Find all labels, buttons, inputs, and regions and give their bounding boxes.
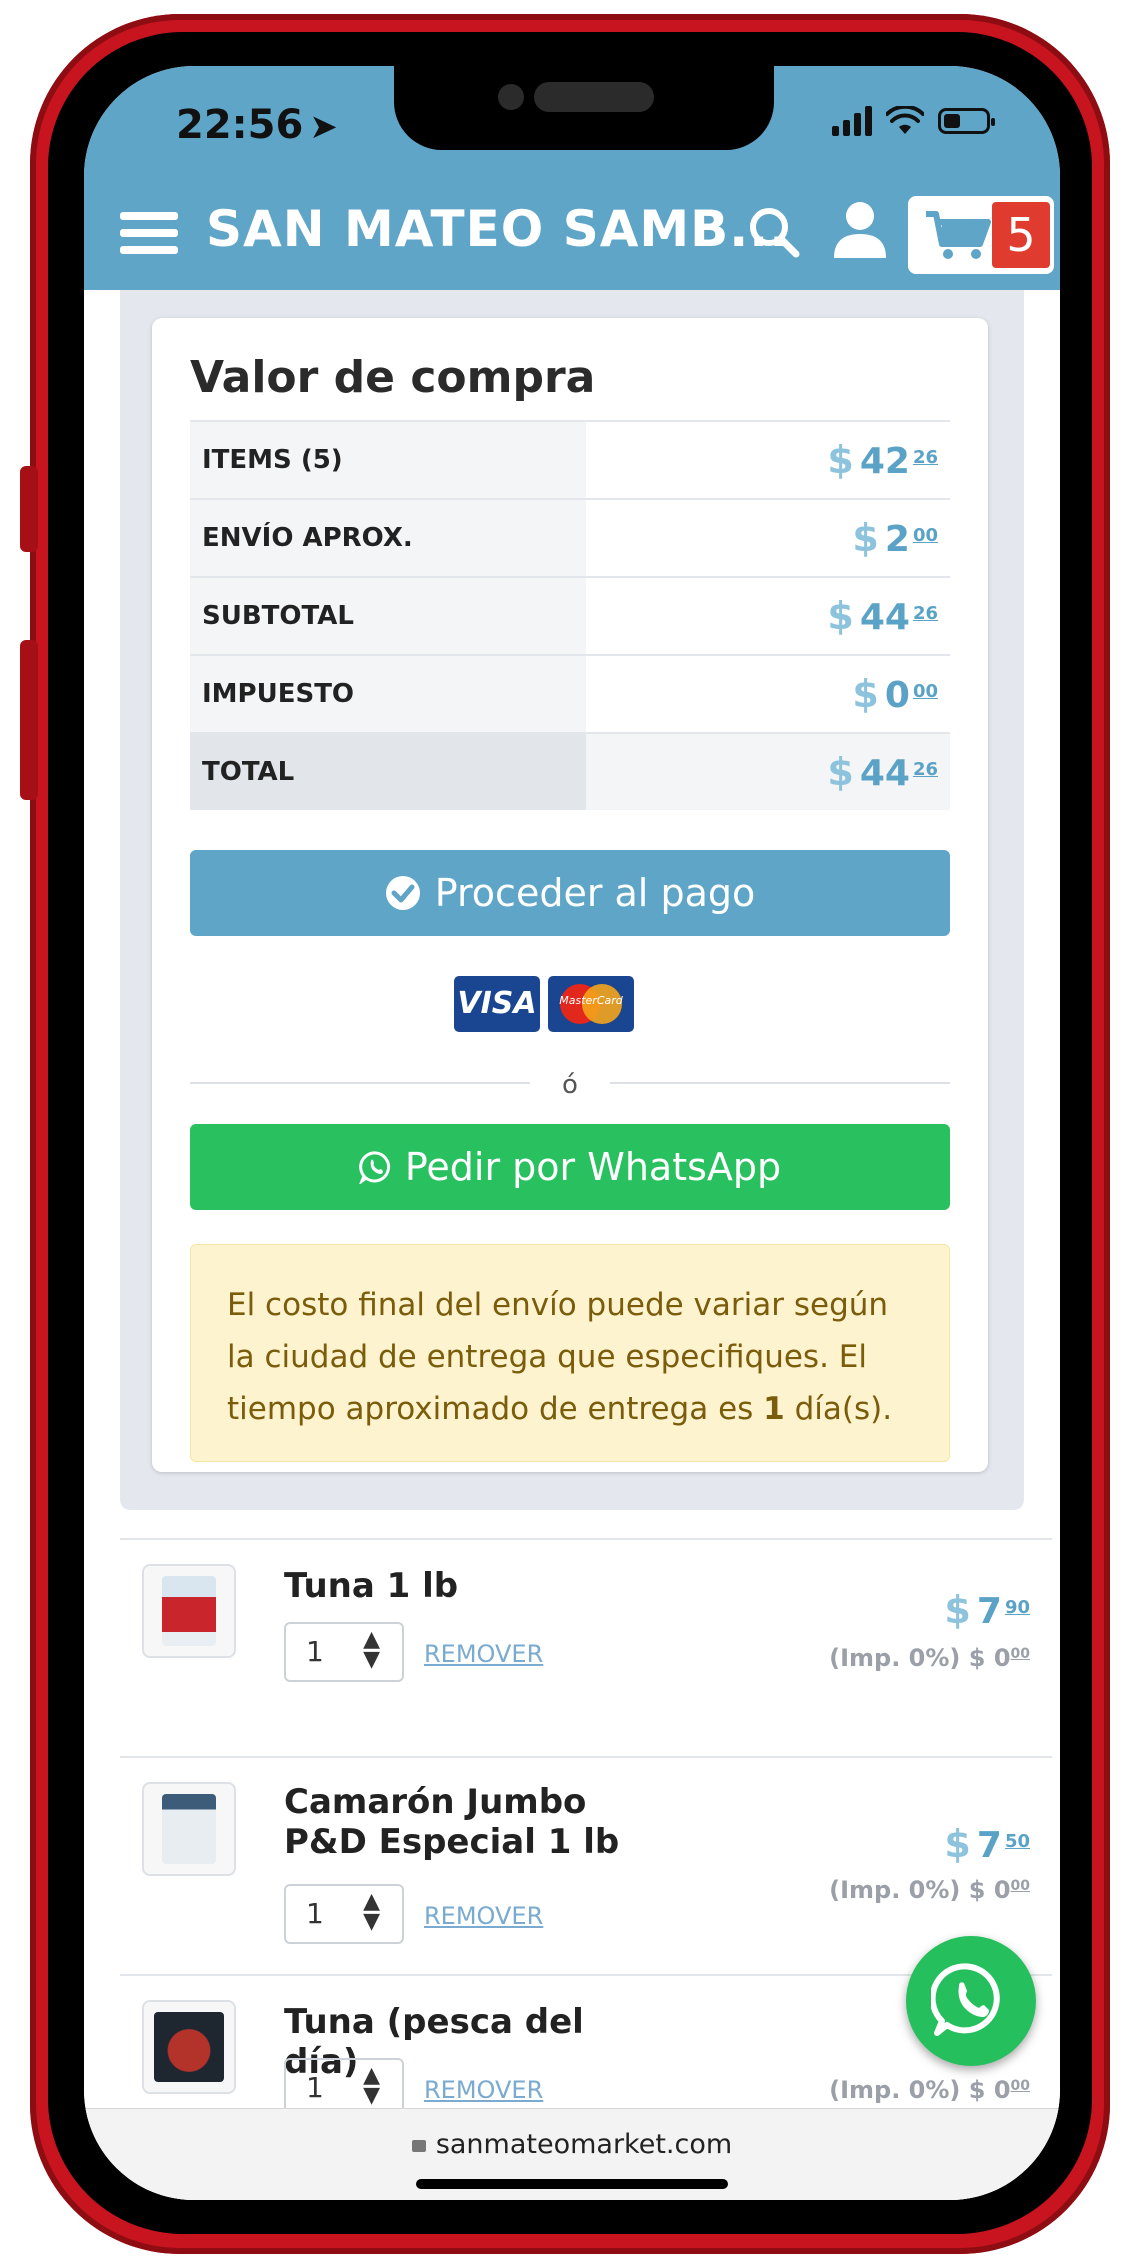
whatsapp-float-button[interactable] (906, 1936, 1036, 2066)
notice-days: 1 (763, 1391, 785, 1427)
summary-row-total: TOTAL $44 26 (190, 732, 950, 810)
summary-value: $42 26 (586, 420, 950, 499)
product-thumbnail[interactable] (142, 1564, 236, 1658)
browser-url-bar[interactable]: sanmateomarket.com (84, 2108, 1060, 2200)
phone-mute-switch (20, 466, 38, 552)
check-circle-icon (385, 876, 420, 910)
item-name[interactable]: Tuna 1 lb (284, 1566, 664, 1606)
stepper-arrows-icon: ▲ ▼ (363, 1627, 380, 1672)
mastercard-logo-text: MasterCard (559, 994, 623, 1007)
cart-count-badge: 5 (992, 202, 1050, 268)
whatsapp-icon (359, 1151, 390, 1184)
lock-icon (411, 2140, 426, 2152)
phone-volume-up (20, 640, 38, 800)
summary-title: Valor de compra (190, 352, 596, 403)
notice-suffix: día(s). (784, 1391, 893, 1427)
battery-icon (938, 108, 995, 134)
url-text: sanmateomarket.com (435, 2129, 733, 2160)
summary-label: TOTAL (190, 732, 586, 810)
summary-label: IMPUESTO (190, 654, 586, 733)
summary-label: ITEMS (5) (190, 420, 586, 499)
quantity-select[interactable]: 1 ▲ ▼ (284, 1622, 404, 1682)
summary-table: ITEMS (5) $42 26 ENVÍO APROX. $2 00 SUBTOT… (190, 420, 950, 810)
status-time: 22:56 (176, 102, 304, 148)
cart-button[interactable]: 5 (908, 196, 1054, 274)
summary-value: $44 26 (586, 576, 950, 655)
url-display: sanmateomarket.com (84, 2129, 1060, 2160)
summary-row-shipping: ENVÍO APROX. $2 00 (190, 498, 950, 577)
whatsapp-order-button[interactable]: Pedir por WhatsApp (190, 1124, 950, 1210)
search-icon[interactable] (744, 202, 804, 262)
stepper-arrows-icon: ▲ ▼ (363, 2063, 380, 2108)
summary-label: SUBTOTAL (190, 576, 586, 655)
menu-icon[interactable] (120, 212, 178, 254)
summary-row-tax: IMPUESTO $0 00 (190, 654, 950, 733)
item-price: $7 50 (944, 1822, 1030, 1866)
page-content: Valor de compra ITEMS (5) $42 26 ENVÍO AP… (84, 290, 1060, 2200)
cellular-signal-icon (832, 106, 872, 136)
speaker (534, 82, 654, 112)
screen: 22:56 ➤ SAN MATEO SAMB... 5 Valor de com… (84, 66, 1060, 2200)
product-thumbnail[interactable] (142, 1782, 236, 1876)
or-text: ó (562, 1070, 578, 1100)
checkout-button[interactable]: Proceder al pago (190, 850, 950, 936)
mastercard-logo: MasterCard (548, 976, 634, 1032)
wifi-icon (886, 106, 924, 134)
checkout-label: Proceder al pago (434, 871, 756, 915)
item-tax: (Imp. 0%) $ 000 (829, 1644, 1030, 1672)
summary-label: ENVÍO APROX. (190, 498, 586, 577)
item-name[interactable]: Camarón Jumbo P&D Especial 1 lb (284, 1782, 664, 1862)
system-icons (832, 106, 995, 136)
remove-link[interactable]: REMOVER (424, 2076, 543, 2104)
shipping-notice: El costo final del envío puede variar se… (190, 1244, 950, 1462)
quantity-value: 1 (306, 2071, 324, 2104)
cart-item: Camarón Jumbo P&D Especial 1 lb 1 ▲ ▼ REM… (120, 1756, 1052, 1974)
status-time-wrap: 22:56 ➤ (176, 102, 338, 148)
user-icon[interactable] (832, 200, 888, 260)
cart-item: Tuna 1 lb 1 ▲ ▼ REMOVER $7 90 (Imp. 0%) $ … (120, 1538, 1052, 1756)
quantity-value: 1 (306, 1897, 324, 1930)
location-arrow-icon: ➤ (309, 107, 338, 147)
home-indicator[interactable] (416, 2179, 728, 2189)
item-tax: (Imp. 0%) $ 000 (829, 2076, 1030, 2104)
quantity-value: 1 (306, 1635, 324, 1668)
quantity-select[interactable]: 1 ▲ ▼ (284, 1884, 404, 1944)
cart-icon (926, 211, 991, 259)
summary-row-items: ITEMS (5) $42 26 (190, 420, 950, 499)
summary-value: $44 26 (586, 732, 950, 810)
camera (498, 84, 524, 110)
purchase-summary-card: Valor de compra ITEMS (5) $42 26 ENVÍO AP… (152, 318, 988, 1472)
summary-value: $0 00 (586, 654, 950, 733)
brand-title[interactable]: SAN MATEO SAMB... (206, 200, 789, 258)
item-price: $7 90 (944, 1588, 1030, 1632)
remove-link[interactable]: REMOVER (424, 1640, 543, 1668)
whatsapp-icon (931, 1963, 1000, 2036)
notch (394, 66, 774, 150)
product-thumbnail[interactable] (142, 2000, 236, 2094)
summary-value: $2 00 (586, 498, 950, 577)
navbar: SAN MATEO SAMB... 5 (84, 172, 1060, 290)
item-tax: (Imp. 0%) $ 000 (829, 1876, 1030, 1904)
stepper-arrows-icon: ▲ ▼ (363, 1889, 380, 1934)
visa-logo: VISA (454, 976, 540, 1032)
cart-items-list: Tuna 1 lb 1 ▲ ▼ REMOVER $7 90 (Imp. 0%) $ … (120, 1538, 1052, 2200)
or-divider: ó (190, 1070, 950, 1100)
payment-logos: VISA MasterCard (454, 976, 634, 1032)
remove-link[interactable]: REMOVER (424, 1902, 543, 1930)
summary-row-subtotal: SUBTOTAL $44 26 (190, 576, 950, 655)
whatsapp-order-label: Pedir por WhatsApp (404, 1145, 782, 1189)
